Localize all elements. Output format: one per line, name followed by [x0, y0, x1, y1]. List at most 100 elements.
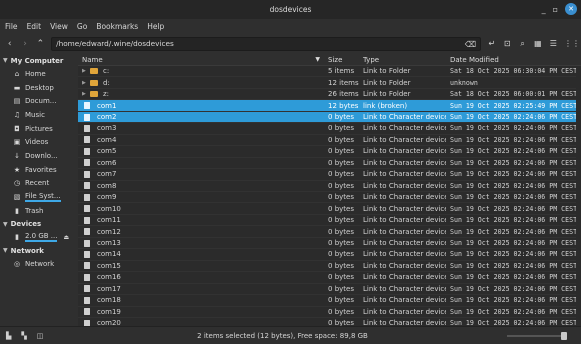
new-folder-icon[interactable]: ⊡	[503, 39, 512, 48]
file-row[interactable]: com1 12 bytes link (broken) Sun 19 Oct 2025…	[78, 100, 581, 112]
expand-arrow-icon[interactable]: ▶	[82, 80, 90, 86]
sidebar-item-documents[interactable]: ▤ Docum...	[0, 94, 78, 108]
window-controls: _ ▫ ✕	[542, 3, 577, 15]
file-date-modified: Sun 19 Oct 2025 02:24:06 PM CEST	[450, 124, 578, 133]
file-name-cell: com10	[78, 205, 324, 213]
zoom-slider-handle[interactable]	[561, 331, 567, 340]
sidebar-item-home[interactable]: ⌂ Home	[0, 67, 78, 81]
file-date-modified: Sun 19 Oct 2025 02:24:06 PM CEST	[450, 147, 578, 156]
back-icon[interactable]: ‹	[5, 39, 14, 49]
file-name-cell: com19	[78, 308, 324, 316]
maximize-icon[interactable]: ▫	[553, 5, 558, 14]
column-name[interactable]: Name ▼	[78, 56, 324, 64]
filesystem-icon: ▧	[13, 193, 21, 202]
sidebar-section-devices[interactable]: ▼ Devices	[0, 218, 78, 231]
file-row[interactable]: com19 0 bytes Link to Character device Sun …	[78, 307, 581, 318]
forward-icon[interactable]: ›	[20, 39, 29, 49]
menu-edit[interactable]: Edit	[27, 22, 42, 31]
sidebar-section-my-computer[interactable]: ▼ My Computer	[0, 54, 78, 67]
network-icon: ◎	[13, 260, 21, 269]
device-file-icon	[84, 113, 90, 121]
file-name: com6	[97, 158, 117, 167]
sidebar-item-usb-drive[interactable]: ▮ 2.0 GB ... ⏏	[0, 231, 78, 245]
menu-go[interactable]: Go	[77, 22, 87, 31]
sidebar-item-favorites[interactable]: ★ Favorites	[0, 163, 78, 177]
file-row[interactable]: com17 0 bytes Link to Character device Sun …	[78, 284, 581, 296]
file-row[interactable]: com7 0 bytes Link to Character device Sun 1…	[78, 169, 581, 181]
file-type: Link to Folder	[363, 90, 411, 99]
file-rows: ▶ c: 5 items Link to Folder Sat 18 Oct 2025 …	[78, 66, 581, 330]
title-bar[interactable]: dosdevices _ ▫ ✕	[0, 0, 581, 19]
expand-arrow-icon[interactable]: ▶	[82, 68, 90, 74]
file-name: d:	[103, 78, 110, 87]
menu-file[interactable]: File	[5, 22, 18, 31]
column-size[interactable]: Size	[324, 56, 359, 64]
file-row[interactable]: com8 0 bytes Link to Character device Sun 1…	[78, 181, 581, 192]
file-row[interactable]: com5 0 bytes Link to Character device Sun 1…	[78, 146, 581, 158]
up-icon[interactable]: ⌃	[36, 39, 45, 49]
sidebar-item-downloads[interactable]: ↓ Downlo...	[0, 149, 78, 163]
file-row[interactable]: com12 0 bytes Link to Character device Sun …	[78, 226, 581, 238]
location-bar[interactable]: /home/edward/.wine/dosdevices ⌫	[51, 36, 482, 51]
file-row[interactable]: com11 0 bytes Link to Character device Sun …	[78, 215, 581, 227]
sidebar-item-network[interactable]: ◎ Network	[0, 257, 78, 271]
file-row[interactable]: com13 0 bytes Link to Character device Sun …	[78, 238, 581, 250]
menu-help[interactable]: Help	[147, 22, 164, 31]
sidebar-section-network[interactable]: ▼ Network	[0, 244, 78, 257]
file-size: 0 bytes	[328, 296, 354, 305]
compact-view-icon[interactable]: ⋮⋮	[564, 39, 580, 48]
file-row[interactable]: com9 0 bytes Link to Character device Sun 1…	[78, 192, 581, 204]
icon-view-icon[interactable]: ▦	[533, 39, 542, 48]
file-name-cell: com7	[78, 170, 324, 178]
file-row[interactable]: ▶ z: 26 items Link to Folder Sat 18 Oct 2025…	[78, 89, 581, 101]
file-date-modified: Sun 19 Oct 2025 02:24:06 PM CEST	[450, 170, 578, 179]
file-size: 5 items	[328, 67, 355, 76]
hide-sidebar-icon[interactable]: ◫	[37, 332, 44, 340]
list-view-icon[interactable]: ☰	[549, 39, 558, 48]
file-row[interactable]: ▶ d: 12 items Link to Folder unknown	[78, 77, 581, 89]
file-type: Link to Character device	[363, 216, 446, 225]
file-size: 0 bytes	[328, 273, 354, 282]
sidebar-item-music[interactable]: ♫ Music	[0, 108, 78, 122]
toggle-location-icon[interactable]: ↵	[487, 39, 496, 48]
tree-icon[interactable]: ▚	[21, 332, 26, 340]
close-icon[interactable]: ✕	[565, 3, 577, 15]
sidebar-item-trash[interactable]: ▮ Trash	[0, 204, 78, 218]
file-name: com18	[97, 296, 121, 305]
file-row[interactable]: com3 0 bytes Link to Character device Sun 1…	[78, 123, 581, 135]
sidebar-item-videos[interactable]: ▣ Videos	[0, 135, 78, 149]
scrollbar[interactable]	[576, 66, 581, 326]
file-row[interactable]: com18 0 bytes Link to Character device Sun …	[78, 295, 581, 307]
file-size: 0 bytes	[328, 216, 354, 225]
file-row[interactable]: com6 0 bytes Link to Character device Sun 1…	[78, 158, 581, 170]
file-row[interactable]: com2 0 bytes Link to Character device Sun 1…	[78, 111, 581, 124]
places-icon[interactable]: ▙	[6, 332, 11, 340]
file-size: 12 items	[328, 78, 359, 87]
sidebar-item-desktop[interactable]: ▬ Desktop	[0, 81, 78, 95]
eject-icon[interactable]: ⏏	[63, 234, 69, 241]
file-row[interactable]: com10 0 bytes Link to Character device Sun …	[78, 203, 581, 215]
device-file-icon	[84, 273, 90, 281]
file-row[interactable]: com16 0 bytes Link to Character device Sun …	[78, 272, 581, 284]
file-name: com5	[97, 147, 117, 156]
clear-location-icon[interactable]: ⌫	[465, 40, 476, 49]
file-row[interactable]: com15 0 bytes Link to Character device Sun …	[78, 261, 581, 273]
file-size: 0 bytes	[328, 250, 354, 259]
column-date-modified[interactable]: Date Modified	[446, 56, 581, 64]
menu-view[interactable]: View	[50, 22, 68, 31]
expand-arrow-icon[interactable]: ▶	[82, 91, 90, 97]
file-row[interactable]: com4 0 bytes Link to Character device Sun 1…	[78, 135, 581, 147]
file-row[interactable]: ▶ c: 5 items Link to Folder Sat 18 Oct 2025 …	[78, 66, 581, 78]
file-row[interactable]: com14 0 bytes Link to Character device Sun …	[78, 249, 581, 261]
sidebar-item-pictures[interactable]: ◘ Pictures	[0, 122, 78, 136]
menu-bookmarks[interactable]: Bookmarks	[96, 22, 138, 31]
file-date-modified: Sun 19 Oct 2025 02:24:06 PM CEST	[450, 113, 578, 122]
search-icon[interactable]: ⌕	[518, 39, 527, 49]
sidebar-item-recent[interactable]: ◷ Recent	[0, 177, 78, 191]
column-type[interactable]: Type	[359, 56, 446, 64]
file-name-cell: com16	[78, 273, 324, 281]
zoom-slider[interactable]	[507, 331, 567, 340]
sidebar-item-file-system[interactable]: ▧ File Syst...	[0, 190, 78, 204]
folder-link-icon	[90, 79, 98, 86]
minimize-icon[interactable]: _	[542, 5, 546, 14]
